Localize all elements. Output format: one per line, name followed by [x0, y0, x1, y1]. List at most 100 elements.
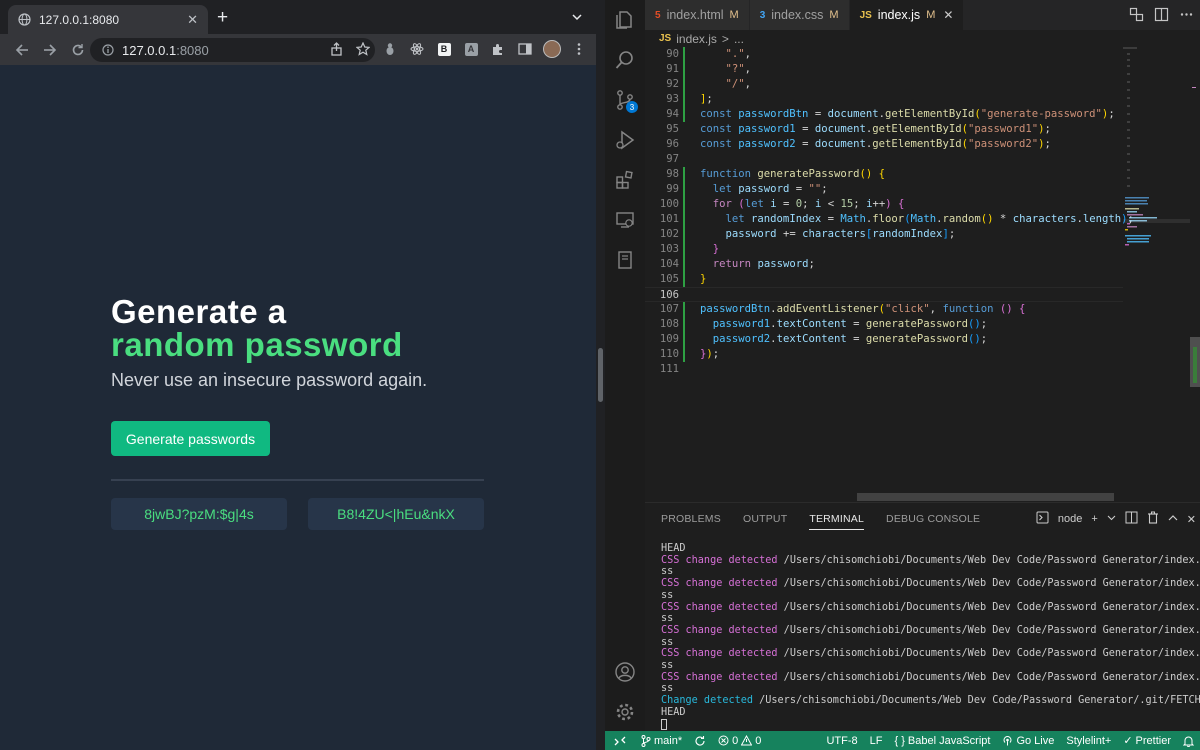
window-splitter[interactable]	[596, 0, 605, 750]
puzzle-extensions-icon[interactable]	[489, 40, 507, 58]
terminal-prompt[interactable]	[661, 718, 1186, 731]
tab-index-html[interactable]: 5 index.html M	[645, 0, 750, 30]
split-terminal-icon[interactable]	[1125, 511, 1138, 527]
modified-badge: M	[729, 9, 739, 21]
go-live-label: Go Live	[1016, 734, 1055, 747]
browser-toolbar: 127.0.0.1:8080 B A	[0, 34, 596, 65]
git-branch-icon	[641, 734, 651, 747]
language-mode[interactable]: { } Babel JavaScript	[888, 735, 996, 747]
terminal-line: CSS change detected /Users/chisomchiobi/…	[661, 602, 1200, 614]
close-panel-icon[interactable]: ✕	[1187, 513, 1196, 526]
warning-count: 0	[755, 734, 762, 747]
terminal-keyword: CSS change detected	[661, 578, 778, 590]
sync-icon[interactable]	[688, 735, 712, 747]
toolbar-actions: B A	[327, 40, 588, 58]
page-subtitle: Never use an insecure password again.	[111, 370, 428, 390]
search-icon[interactable]	[613, 48, 637, 72]
breadcrumb-file[interactable]: index.js	[676, 32, 717, 46]
splitter-grip[interactable]	[598, 348, 603, 402]
new-tab-icon[interactable]: +	[217, 7, 228, 29]
broadcast-icon	[1003, 736, 1012, 746]
more-vertical-icon[interactable]	[570, 40, 588, 58]
run-debug-icon[interactable]	[613, 128, 637, 152]
terminal-text: /Users/chisomchiobi/Documents/Web Dev Co…	[777, 624, 1200, 636]
more-actions-icon[interactable]	[1179, 7, 1194, 27]
js-file-icon: JS	[659, 33, 672, 44]
tab-debug-console[interactable]: DEBUG CONSOLE	[886, 513, 980, 530]
terminal-icon	[1036, 511, 1049, 527]
extensions-icon[interactable]	[613, 168, 637, 192]
terminal-name[interactable]: node	[1058, 513, 1082, 525]
problems-status[interactable]: 0 0	[712, 735, 767, 747]
new-terminal-plus-icon[interactable]: +	[1091, 513, 1097, 525]
tab-terminal[interactable]: TERMINAL	[809, 513, 865, 530]
git-branch[interactable]: main*	[635, 734, 688, 747]
go-live-button[interactable]: Go Live	[996, 735, 1060, 747]
notebook-icon[interactable]	[613, 248, 637, 272]
generate-passwords-button[interactable]: Generate passwords	[111, 421, 270, 456]
browser-window: 127.0.0.1:8080 ✕ + 127.0.0.1:8080 B A G…	[0, 0, 596, 750]
terminal-text: ss	[661, 660, 674, 672]
compare-changes-icon[interactable]	[1129, 7, 1144, 27]
terminal-text: /Users/chisomchiobi/Documents/Web Dev Co…	[777, 648, 1200, 660]
terminal-line: CSS change detected /Users/chisomchiobi/…	[661, 625, 1200, 637]
tab-output[interactable]: OUTPUT	[743, 513, 787, 530]
editor-tabs: 5 index.html M 3 index.css M JS index.js…	[645, 0, 1200, 30]
split-editor-icon[interactable]	[1154, 7, 1169, 27]
page-content: Generate a random password Never use an …	[0, 65, 596, 750]
prettier-status[interactable]: ✓ Prettier	[1117, 734, 1177, 748]
code-editor[interactable]: 90 ".", 91 "?", 92 "/", 93]; 94 const pas…	[645, 47, 1134, 502]
notifications-bell-icon[interactable]	[1177, 735, 1200, 747]
accounts-icon[interactable]	[613, 660, 637, 684]
encoding-status[interactable]: UTF-8	[820, 735, 863, 747]
chevron-up-icon[interactable]	[1168, 513, 1178, 526]
vertical-scrollbar[interactable]	[1190, 47, 1200, 502]
code-line: 105}	[659, 273, 707, 285]
breadcrumb-more[interactable]: ...	[734, 32, 744, 46]
panel-tabs: PROBLEMS OUTPUT TERMINAL DEBUG CONSOLE	[661, 513, 980, 530]
minimap[interactable]	[1123, 47, 1190, 502]
extension-a-icon[interactable]: A	[462, 40, 480, 58]
chevron-down-icon[interactable]	[1107, 513, 1116, 525]
eol-status[interactable]: LF	[864, 735, 889, 747]
explorer-files-icon[interactable]	[613, 8, 637, 32]
remote-explorer-icon[interactable]	[613, 208, 637, 232]
bookmark-star-icon[interactable]	[354, 40, 372, 58]
trash-icon[interactable]	[1147, 511, 1159, 527]
remote-indicator-icon[interactable]	[605, 731, 635, 750]
tab-index-js[interactable]: JS index.js M ✕	[849, 0, 965, 30]
terminal-keyword: CSS change detected	[661, 648, 778, 660]
activity-bar: 3	[605, 0, 645, 731]
close-tab-icon[interactable]: ✕	[943, 8, 953, 22]
page-title-line-2: random password	[111, 326, 403, 363]
tab-label: index.js	[877, 8, 921, 22]
password-output-2[interactable]: B8!4ZU<|hEu&nkX	[308, 498, 484, 530]
info-icon[interactable]	[102, 44, 114, 56]
horizontal-scrollbar[interactable]	[857, 493, 1114, 501]
terminal-output[interactable]: HEAD CSS change detected /Users/chisomchi…	[661, 543, 1200, 731]
profile-avatar[interactable]	[543, 40, 561, 58]
react-devtools-icon[interactable]	[408, 40, 426, 58]
side-panel-icon[interactable]	[516, 40, 534, 58]
settings-gear-icon[interactable]	[613, 700, 637, 724]
tab-problems[interactable]: PROBLEMS	[661, 513, 721, 530]
back-arrow-icon[interactable]	[13, 41, 31, 59]
extension-b-icon[interactable]: B	[435, 40, 453, 58]
password-output-1[interactable]: 8jwBJ?pzM:$g|4s	[111, 498, 287, 530]
tab-index-css[interactable]: 3 index.css M	[749, 0, 850, 30]
css-file-icon: 3	[759, 9, 766, 21]
forward-arrow-icon[interactable]	[41, 41, 59, 59]
terminal-line: HEAD	[661, 707, 1186, 719]
close-tab-icon[interactable]: ✕	[187, 12, 198, 28]
share-icon[interactable]	[327, 40, 345, 58]
reload-icon[interactable]	[69, 41, 87, 59]
terminal-text: HEAD	[661, 706, 686, 718]
browser-tab[interactable]: 127.0.0.1:8080 ✕	[8, 5, 208, 34]
chevron-down-icon[interactable]	[570, 10, 584, 24]
code-line: 104 return password;	[659, 258, 815, 270]
terminal-text: ss	[661, 683, 674, 695]
stylelint-status[interactable]: Stylelint+	[1060, 735, 1117, 747]
terminal-line: ss	[661, 683, 1186, 695]
extension-tracker-icon[interactable]	[381, 40, 399, 58]
code-line: 107 passwordBtn.addEventListener("click",…	[659, 303, 1026, 315]
